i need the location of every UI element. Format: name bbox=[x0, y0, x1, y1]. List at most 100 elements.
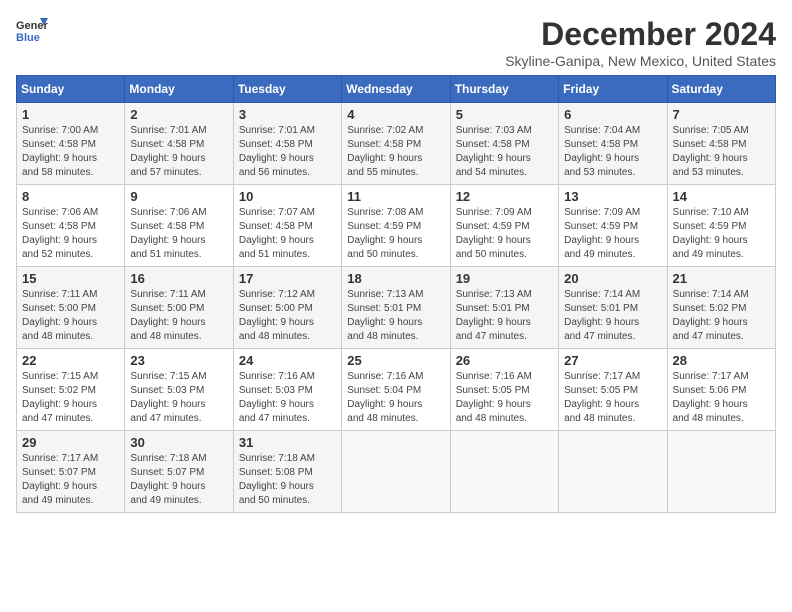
day-number: 15 bbox=[22, 271, 119, 286]
calendar-table: SundayMondayTuesdayWednesdayThursdayFrid… bbox=[16, 75, 776, 513]
calendar-cell: 16 Sunrise: 7:11 AM Sunset: 5:00 PM Dayli… bbox=[125, 267, 233, 349]
calendar-cell bbox=[450, 431, 558, 513]
calendar-cell: 31 Sunrise: 7:18 AM Sunset: 5:08 PM Dayli… bbox=[233, 431, 341, 513]
day-info: Sunrise: 7:16 AM Sunset: 5:03 PM Dayligh… bbox=[239, 370, 336, 426]
day-info: Sunrise: 7:09 AM Sunset: 4:59 PM Dayligh… bbox=[564, 206, 661, 262]
day-info: Sunrise: 7:01 AM Sunset: 4:58 PM Dayligh… bbox=[130, 124, 227, 180]
day-number: 27 bbox=[564, 353, 661, 368]
calendar-cell bbox=[342, 431, 450, 513]
calendar-cell: 23 Sunrise: 7:15 AM Sunset: 5:03 PM Dayli… bbox=[125, 349, 233, 431]
day-number: 2 bbox=[130, 107, 227, 122]
month-title: December 2024 bbox=[505, 16, 776, 53]
calendar-cell: 15 Sunrise: 7:11 AM Sunset: 5:00 PM Dayli… bbox=[17, 267, 125, 349]
day-info: Sunrise: 7:13 AM Sunset: 5:01 PM Dayligh… bbox=[347, 288, 444, 344]
day-number: 29 bbox=[22, 435, 119, 450]
calendar-cell: 18Sunrise: 7:13 AM Sunset: 5:01 PM Dayli… bbox=[342, 267, 450, 349]
day-info: Sunrise: 7:14 AM Sunset: 5:01 PM Dayligh… bbox=[564, 288, 661, 344]
day-info: Sunrise: 7:06 AM Sunset: 4:58 PM Dayligh… bbox=[130, 206, 227, 262]
day-number: 9 bbox=[130, 189, 227, 204]
day-info: Sunrise: 7:09 AM Sunset: 4:59 PM Dayligh… bbox=[456, 206, 553, 262]
calendar-cell: 30Sunrise: 7:18 AM Sunset: 5:07 PM Dayli… bbox=[125, 431, 233, 513]
day-info: Sunrise: 7:11 AM Sunset: 5:00 PM Dayligh… bbox=[130, 288, 227, 344]
day-info: Sunrise: 7:10 AM Sunset: 4:59 PM Dayligh… bbox=[673, 206, 770, 262]
day-info: Sunrise: 7:17 AM Sunset: 5:06 PM Dayligh… bbox=[673, 370, 770, 426]
day-number: 26 bbox=[456, 353, 553, 368]
day-info: Sunrise: 7:04 AM Sunset: 4:58 PM Dayligh… bbox=[564, 124, 661, 180]
calendar-cell: 6Sunrise: 7:04 AM Sunset: 4:58 PM Daylig… bbox=[559, 103, 667, 185]
day-info: Sunrise: 7:06 AM Sunset: 4:58 PM Dayligh… bbox=[22, 206, 119, 262]
calendar-cell: 8 Sunrise: 7:06 AM Sunset: 4:58 PM Daylig… bbox=[17, 185, 125, 267]
day-number: 14 bbox=[673, 189, 770, 204]
calendar-cell: 29 Sunrise: 7:17 AM Sunset: 5:07 PM Dayli… bbox=[17, 431, 125, 513]
calendar-week-3: 15 Sunrise: 7:11 AM Sunset: 5:00 PM Dayli… bbox=[17, 267, 776, 349]
day-info: Sunrise: 7:15 AM Sunset: 5:03 PM Dayligh… bbox=[130, 370, 227, 426]
day-info: Sunrise: 7:12 AM Sunset: 5:00 PM Dayligh… bbox=[239, 288, 336, 344]
day-number: 13 bbox=[564, 189, 661, 204]
svg-text:Blue: Blue bbox=[16, 32, 40, 44]
location: Skyline-Ganipa, New Mexico, United State… bbox=[505, 53, 776, 69]
day-number: 20 bbox=[564, 271, 661, 286]
day-number: 22 bbox=[22, 353, 119, 368]
day-number: 3 bbox=[239, 107, 336, 122]
calendar-cell: 10 Sunrise: 7:07 AM Sunset: 4:58 PM Dayli… bbox=[233, 185, 341, 267]
day-number: 21 bbox=[673, 271, 770, 286]
day-info: Sunrise: 7:07 AM Sunset: 4:58 PM Dayligh… bbox=[239, 206, 336, 262]
day-info: Sunrise: 7:17 AM Sunset: 5:05 PM Dayligh… bbox=[564, 370, 661, 426]
calendar-cell: 22 Sunrise: 7:15 AM Sunset: 5:02 PM Dayli… bbox=[17, 349, 125, 431]
calendar-cell: 11 Sunrise: 7:08 AM Sunset: 4:59 PM Dayli… bbox=[342, 185, 450, 267]
day-number: 30 bbox=[130, 435, 227, 450]
day-number: 31 bbox=[239, 435, 336, 450]
calendar-cell: 1 Sunrise: 7:00 AM Sunset: 4:58 PM Daylig… bbox=[17, 103, 125, 185]
day-number: 8 bbox=[22, 189, 119, 204]
calendar-cell: 26Sunrise: 7:16 AM Sunset: 5:05 PM Dayli… bbox=[450, 349, 558, 431]
column-header-wednesday: Wednesday bbox=[342, 76, 450, 103]
calendar-week-5: 29 Sunrise: 7:17 AM Sunset: 5:07 PM Dayli… bbox=[17, 431, 776, 513]
calendar-header-row: SundayMondayTuesdayWednesdayThursdayFrid… bbox=[17, 76, 776, 103]
day-number: 28 bbox=[673, 353, 770, 368]
day-number: 24 bbox=[239, 353, 336, 368]
calendar-cell: 7Sunrise: 7:05 AM Sunset: 4:58 PM Daylig… bbox=[667, 103, 775, 185]
calendar-cell bbox=[667, 431, 775, 513]
day-number: 23 bbox=[130, 353, 227, 368]
day-number: 4 bbox=[347, 107, 444, 122]
day-number: 17 bbox=[239, 271, 336, 286]
calendar-cell: 21Sunrise: 7:14 AM Sunset: 5:02 PM Dayli… bbox=[667, 267, 775, 349]
day-number: 1 bbox=[22, 107, 119, 122]
logo-icon: General Blue bbox=[16, 16, 48, 44]
day-info: Sunrise: 7:03 AM Sunset: 4:58 PM Dayligh… bbox=[456, 124, 553, 180]
day-info: Sunrise: 7:00 AM Sunset: 4:58 PM Dayligh… bbox=[22, 124, 119, 180]
day-number: 5 bbox=[456, 107, 553, 122]
day-info: Sunrise: 7:08 AM Sunset: 4:59 PM Dayligh… bbox=[347, 206, 444, 262]
calendar-cell: 5 Sunrise: 7:03 AM Sunset: 4:58 PM Daylig… bbox=[450, 103, 558, 185]
day-info: Sunrise: 7:02 AM Sunset: 4:58 PM Dayligh… bbox=[347, 124, 444, 180]
calendar-cell: 27 Sunrise: 7:17 AM Sunset: 5:05 PM Dayli… bbox=[559, 349, 667, 431]
day-info: Sunrise: 7:11 AM Sunset: 5:00 PM Dayligh… bbox=[22, 288, 119, 344]
calendar-cell: 25Sunrise: 7:16 AM Sunset: 5:04 PM Dayli… bbox=[342, 349, 450, 431]
calendar-cell: 3 Sunrise: 7:01 AM Sunset: 4:58 PM Daylig… bbox=[233, 103, 341, 185]
calendar-week-4: 22 Sunrise: 7:15 AM Sunset: 5:02 PM Dayli… bbox=[17, 349, 776, 431]
logo: General Blue bbox=[16, 16, 48, 44]
day-info: Sunrise: 7:15 AM Sunset: 5:02 PM Dayligh… bbox=[22, 370, 119, 426]
day-number: 7 bbox=[673, 107, 770, 122]
day-info: Sunrise: 7:18 AM Sunset: 5:08 PM Dayligh… bbox=[239, 452, 336, 508]
day-number: 10 bbox=[239, 189, 336, 204]
day-number: 19 bbox=[456, 271, 553, 286]
column-header-tuesday: Tuesday bbox=[233, 76, 341, 103]
calendar-cell: 4 Sunrise: 7:02 AM Sunset: 4:58 PM Daylig… bbox=[342, 103, 450, 185]
day-number: 16 bbox=[130, 271, 227, 286]
calendar-cell: 13 Sunrise: 7:09 AM Sunset: 4:59 PM Dayli… bbox=[559, 185, 667, 267]
day-number: 25 bbox=[347, 353, 444, 368]
day-info: Sunrise: 7:17 AM Sunset: 5:07 PM Dayligh… bbox=[22, 452, 119, 508]
column-header-friday: Friday bbox=[559, 76, 667, 103]
column-header-sunday: Sunday bbox=[17, 76, 125, 103]
day-number: 11 bbox=[347, 189, 444, 204]
day-info: Sunrise: 7:01 AM Sunset: 4:58 PM Dayligh… bbox=[239, 124, 336, 180]
calendar-cell: 24 Sunrise: 7:16 AM Sunset: 5:03 PM Dayli… bbox=[233, 349, 341, 431]
day-number: 12 bbox=[456, 189, 553, 204]
calendar-cell: 9 Sunrise: 7:06 AM Sunset: 4:58 PM Daylig… bbox=[125, 185, 233, 267]
calendar-cell: 14 Sunrise: 7:10 AM Sunset: 4:59 PM Dayli… bbox=[667, 185, 775, 267]
calendar-cell: 17 Sunrise: 7:12 AM Sunset: 5:00 PM Dayli… bbox=[233, 267, 341, 349]
calendar-cell bbox=[559, 431, 667, 513]
day-info: Sunrise: 7:13 AM Sunset: 5:01 PM Dayligh… bbox=[456, 288, 553, 344]
calendar-week-2: 8 Sunrise: 7:06 AM Sunset: 4:58 PM Daylig… bbox=[17, 185, 776, 267]
